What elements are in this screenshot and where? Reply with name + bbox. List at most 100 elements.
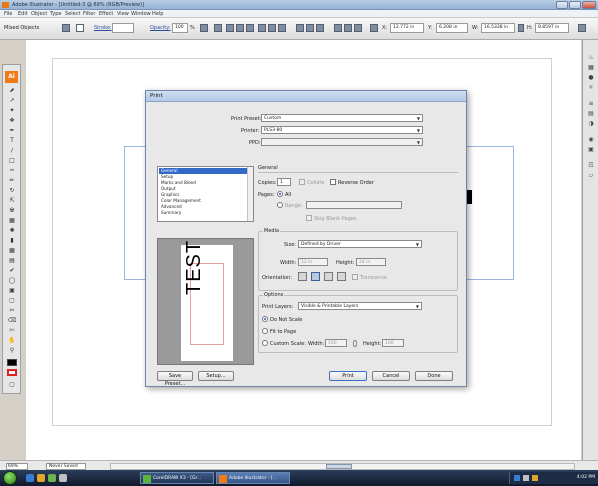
- fit-to-page-radio[interactable]: [262, 328, 268, 334]
- lasso-tool-icon[interactable]: ❖: [7, 117, 17, 124]
- menu-type[interactable]: Type: [50, 11, 61, 17]
- eyedropper-tool-icon[interactable]: ✔: [7, 267, 17, 274]
- save-preset-button[interactable]: Save Preset...: [157, 371, 193, 387]
- color-panel-icon[interactable]: ♨: [587, 54, 595, 61]
- layers-panel-icon[interactable]: ☶: [587, 162, 595, 169]
- scale-tool-icon[interactable]: ⇱: [7, 197, 17, 204]
- transverse-checkbox[interactable]: [352, 274, 358, 280]
- start-button[interactable]: [3, 471, 17, 485]
- swatches-panel-icon[interactable]: ▦: [587, 64, 595, 71]
- line-tool-icon[interactable]: ∕: [7, 147, 17, 154]
- maximize-button[interactable]: [569, 1, 581, 9]
- taskbar-item-coreldraw[interactable]: CorelDRAW X3 - [Gr...: [140, 472, 214, 484]
- x-field[interactable]: 12.772 in: [390, 23, 424, 33]
- reference-point-icon[interactable]: [370, 24, 378, 32]
- print-preset-select[interactable]: Custom ▼: [261, 114, 423, 122]
- print-preview[interactable]: TEST: [157, 238, 254, 365]
- quick-launch-folder-icon[interactable]: [37, 474, 45, 482]
- do-not-scale-radio[interactable]: [262, 316, 268, 322]
- category-scrollbar[interactable]: [247, 167, 253, 221]
- constrain-link-icon[interactable]: [518, 24, 524, 32]
- h-field[interactable]: 8.8597 in: [535, 23, 569, 33]
- zoom-level-field[interactable]: 69%: [6, 463, 28, 470]
- done-button[interactable]: Done: [415, 371, 453, 381]
- appearance-panel-icon[interactable]: ◉: [587, 136, 595, 143]
- screen-mode-icon[interactable]: ▢: [7, 381, 17, 388]
- paintbrush-tool-icon[interactable]: ✑: [7, 167, 17, 174]
- pen-tool-icon[interactable]: ✒: [7, 127, 17, 134]
- direct-selection-tool-icon[interactable]: ↗: [7, 97, 17, 104]
- rotate-tool-icon[interactable]: ↻: [7, 187, 17, 194]
- hand-tool-icon[interactable]: ✋: [7, 337, 17, 344]
- close-button[interactable]: [582, 1, 596, 9]
- print-layers-select[interactable]: Visible & Printable Layers ▼: [298, 302, 422, 310]
- printer-select[interactable]: PLS3-80 ▼: [261, 126, 423, 134]
- scale-width-field[interactable]: 100: [325, 339, 347, 347]
- pages-range-radio[interactable]: [277, 202, 283, 208]
- media-size-select[interactable]: Defined by Driver ▼: [298, 240, 422, 248]
- align-top-icon[interactable]: [258, 24, 266, 32]
- pages-range-field[interactable]: [306, 201, 402, 209]
- scrollbar-thumb[interactable]: [326, 464, 352, 469]
- align-middle-icon[interactable]: [268, 24, 276, 32]
- menu-edit[interactable]: Edit: [18, 11, 28, 17]
- network-icon[interactable]: [514, 475, 520, 481]
- transparency-panel-icon[interactable]: ◑: [587, 120, 595, 127]
- quick-launch-desktop-icon[interactable]: [59, 474, 67, 482]
- landscape-flipped-orientation-icon[interactable]: [337, 272, 346, 281]
- slice-tool-icon[interactable]: ✂: [7, 307, 17, 314]
- symbols-panel-icon[interactable]: ⚛: [587, 84, 595, 91]
- scale-height-field[interactable]: 100: [382, 339, 404, 347]
- selection-tool-icon[interactable]: ⬈: [7, 87, 17, 94]
- symbol-sprayer-tool-icon[interactable]: ✺: [7, 227, 17, 234]
- portrait-orientation-icon[interactable]: [298, 272, 307, 281]
- w-field[interactable]: 16.5338 in: [481, 23, 515, 33]
- distribute-middle-icon[interactable]: [306, 24, 314, 32]
- distribute-bottom-icon[interactable]: [316, 24, 324, 32]
- recolor-icon[interactable]: [200, 24, 208, 32]
- reverse-order-checkbox[interactable]: [330, 179, 336, 185]
- pencil-tool-icon[interactable]: ✏: [7, 177, 17, 184]
- zoom-tool-icon[interactable]: ⚲: [7, 347, 17, 354]
- brushes-panel-icon[interactable]: ●: [587, 74, 595, 81]
- align-left-icon[interactable]: [226, 24, 234, 32]
- volume-icon[interactable]: [523, 475, 529, 481]
- warp-tool-icon[interactable]: ♼: [7, 207, 17, 214]
- quick-launch-browser-icon[interactable]: [26, 474, 34, 482]
- print-category-list[interactable]: General Setup Marks and Bleed Output Gra…: [157, 166, 254, 222]
- ppd-select[interactable]: ▼: [261, 138, 423, 146]
- custom-scale-radio[interactable]: [262, 340, 268, 346]
- distribute-left-icon[interactable]: [334, 24, 342, 32]
- category-summary[interactable]: Summary: [159, 210, 248, 216]
- stroke-weight-field[interactable]: [112, 23, 134, 33]
- stroke-panel-icon[interactable]: ≡: [587, 100, 595, 107]
- distribute-top-icon[interactable]: [296, 24, 304, 32]
- stroke-swatch-icon[interactable]: [76, 24, 84, 32]
- stroke-color-icon[interactable]: [7, 369, 17, 376]
- cancel-button[interactable]: Cancel: [372, 371, 410, 381]
- opacity-label[interactable]: Opacity:: [150, 25, 171, 31]
- eraser-tool-icon[interactable]: ⌫: [7, 317, 17, 324]
- mesh-tool-icon[interactable]: ▦: [7, 247, 17, 254]
- collate-checkbox[interactable]: [299, 179, 305, 185]
- free-transform-tool-icon[interactable]: ▦: [7, 217, 17, 224]
- print-button[interactable]: Print: [329, 371, 367, 381]
- align-bottom-icon[interactable]: [278, 24, 286, 32]
- minimize-button[interactable]: [556, 1, 568, 9]
- menu-object[interactable]: Object: [31, 11, 47, 17]
- fill-color-icon[interactable]: [7, 359, 17, 366]
- menu-window[interactable]: Window: [131, 11, 151, 17]
- align-right-icon[interactable]: [246, 24, 254, 32]
- setup-button[interactable]: Setup...: [198, 371, 234, 381]
- menu-file[interactable]: File: [4, 11, 12, 17]
- align-center-icon[interactable]: [236, 24, 244, 32]
- clock[interactable]: 4:02 PM: [577, 475, 595, 480]
- blend-tool-icon[interactable]: ◯: [7, 277, 17, 284]
- constrain-proportions-icon[interactable]: [353, 340, 357, 347]
- copies-field[interactable]: 1: [277, 178, 291, 186]
- scissors-tool-icon[interactable]: ✄: [7, 327, 17, 334]
- media-height-field[interactable]: 24 in: [356, 258, 386, 266]
- portrait-flipped-orientation-icon[interactable]: [324, 272, 333, 281]
- menu-filter[interactable]: Filter: [83, 11, 95, 17]
- panel-menu-icon[interactable]: [578, 24, 586, 32]
